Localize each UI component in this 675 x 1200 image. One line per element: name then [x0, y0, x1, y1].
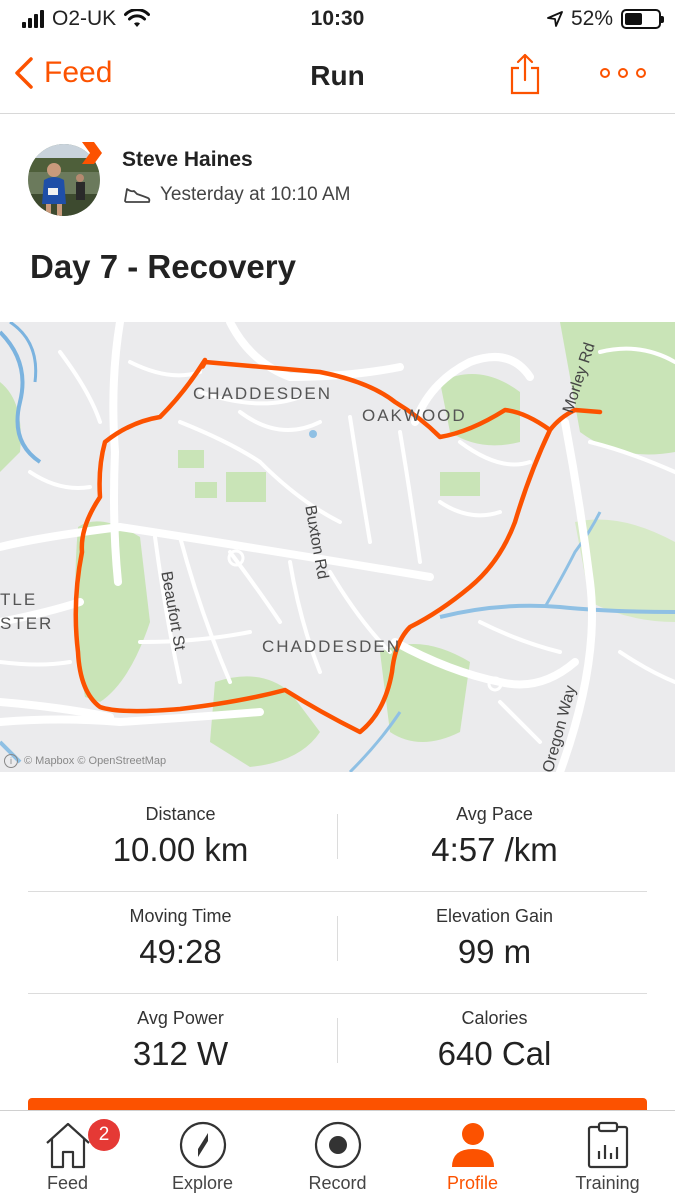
battery-icon	[621, 9, 664, 29]
athlete-header: Steve Haines Yesterday at 10:10 AM	[28, 140, 648, 220]
run-shoe-icon	[124, 188, 151, 203]
stat-label: Avg Pace	[456, 804, 533, 824]
stat-label: Elevation Gain	[435, 906, 554, 926]
stats-grid: Distance 10.00 km Avg Pace 4:57 /km Movi…	[28, 790, 647, 1096]
stat-label: Distance	[145, 804, 216, 824]
share-icon	[510, 53, 540, 95]
tab-label: Record	[308, 1173, 367, 1193]
stat-calories: Calories 640 Cal	[342, 1008, 647, 1073]
map-label-chaddesden-south: CHADDESDEN	[262, 637, 402, 656]
back-label: Feed	[44, 56, 113, 89]
route-map[interactable]: CHADDESDEN OAKWOOD CHADDESDEN TLE STER B…	[0, 322, 675, 772]
stat-moving-time: Moving Time 49:28	[28, 906, 333, 971]
divider	[337, 916, 338, 961]
stat-value: 10.00 km	[112, 831, 249, 868]
home-icon	[45, 1122, 90, 1169]
profile-icon	[451, 1123, 494, 1167]
tab-bar: 2 Feed Explore Record Profile Training	[0, 1110, 675, 1200]
more-options-button[interactable]	[600, 68, 646, 78]
tab-label: Profile	[446, 1173, 499, 1193]
divider	[337, 814, 338, 859]
stat-value: 49:28	[139, 933, 222, 970]
stat-label: Calories	[461, 1008, 528, 1028]
more-dot-icon	[618, 68, 628, 78]
more-dot-icon	[636, 68, 646, 78]
activity-meta: Yesterday at 10:10 AM	[122, 184, 350, 206]
activity-title: Day 7 - Recovery	[30, 248, 296, 285]
compass-icon	[179, 1121, 226, 1169]
stat-elevation: Elevation Gain 99 m	[342, 906, 647, 971]
battery-percent: 52%	[570, 7, 613, 30]
stat-label: Avg Power	[137, 1008, 224, 1028]
subscriber-badge-icon	[82, 142, 102, 164]
stat-value: 640 Cal	[437, 1035, 552, 1072]
activity-timestamp: Yesterday at 10:10 AM	[160, 184, 351, 205]
chevron-left-icon	[15, 57, 33, 89]
tab-label: Training	[575, 1173, 640, 1193]
stat-power: Avg Power 312 W	[28, 1008, 333, 1073]
stat-row: Moving Time 49:28 Elevation Gain 99 m	[28, 892, 647, 994]
map-label-oakwood: OAKWOOD	[362, 406, 467, 425]
tab-feed[interactable]: 2 Feed	[0, 1111, 135, 1200]
map-attribution[interactable]: i © Mapbox © OpenStreetMap	[4, 754, 166, 768]
training-log-icon	[587, 1121, 628, 1169]
stat-distance: Distance 10.00 km	[28, 804, 333, 869]
stat-value: 99 m	[457, 933, 532, 970]
map-label-castle-partial: TLE	[0, 590, 38, 609]
map-label-chaddesden-north: CHADDESDEN	[193, 384, 333, 403]
stat-value: 4:57 /km	[431, 831, 558, 868]
tab-label: Explore	[171, 1173, 234, 1193]
nav-bar: Feed Run	[0, 44, 675, 114]
battery-level	[625, 13, 642, 25]
notification-badge: 2	[88, 1119, 120, 1151]
stat-row: Avg Power 312 W Calories 640 Cal	[28, 994, 647, 1096]
more-dot-icon	[600, 68, 610, 78]
status-bar: O2-UK 10:30 52%	[0, 0, 675, 40]
info-icon[interactable]: i	[4, 754, 18, 768]
map-label-castle-partial: STER	[0, 614, 54, 633]
stat-label: Moving Time	[129, 906, 232, 926]
tab-training[interactable]: Training	[540, 1111, 675, 1200]
divider	[337, 1018, 338, 1063]
stat-row: Distance 10.00 km Avg Pace 4:57 /km	[28, 790, 647, 892]
tab-profile[interactable]: Profile	[405, 1111, 540, 1200]
tab-explore[interactable]: Explore	[135, 1111, 270, 1200]
tab-record[interactable]: Record	[270, 1111, 405, 1200]
park-area	[210, 676, 320, 767]
tab-label: Feed	[46, 1173, 89, 1193]
attribution-text: © Mapbox © OpenStreetMap	[24, 755, 167, 767]
stat-pace: Avg Pace 4:57 /km	[342, 804, 647, 869]
stat-value: 312 W	[132, 1035, 229, 1072]
back-button[interactable]: Feed	[14, 56, 112, 90]
athlete-name[interactable]: Steve Haines	[122, 148, 253, 172]
record-icon	[314, 1121, 361, 1169]
location-arrow-icon	[547, 11, 563, 27]
share-button[interactable]	[508, 52, 542, 101]
status-right: 52%	[547, 7, 664, 31]
